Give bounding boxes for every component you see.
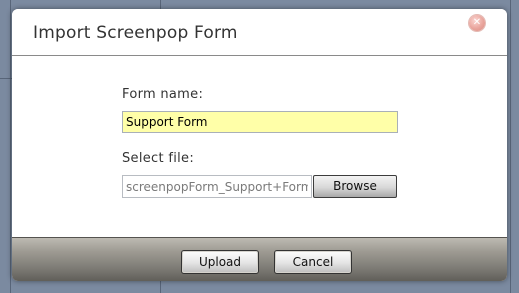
upload-button[interactable]: Upload [181, 250, 259, 274]
backdrop-grid-line [10, 0, 11, 293]
form-name-label: Form name: [122, 87, 204, 102]
dialog-header: Import Screenpop Form ✕ [12, 9, 507, 56]
dialog-footer: Upload Cancel [12, 237, 507, 281]
file-path-input[interactable] [122, 175, 312, 198]
select-file-label: Select file: [122, 151, 195, 166]
cancel-button[interactable]: Cancel [274, 250, 352, 274]
form-name-input[interactable] [122, 111, 398, 133]
import-screenpop-dialog: Import Screenpop Form ✕ Form name: Selec… [12, 9, 507, 281]
close-icon: ✕ [472, 17, 482, 28]
close-button[interactable]: ✕ [469, 15, 485, 31]
backdrop-grid-line [510, 0, 511, 293]
browse-button[interactable]: Browse [313, 175, 397, 198]
backdrop-grid-line [0, 78, 12, 79]
dialog-title: Import Screenpop Form [33, 23, 238, 43]
